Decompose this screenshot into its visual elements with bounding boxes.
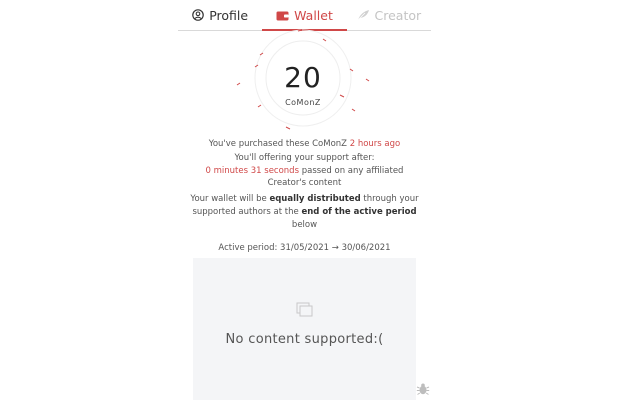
user-circle-icon [192, 9, 205, 21]
purchase-info: You've purchased these CoMonZ 2 hours ag… [178, 138, 431, 151]
wallet-balance: 20 CoMonZ [228, 25, 378, 140]
bug-icon[interactable] [416, 381, 430, 395]
wallet-amount: 20 [284, 61, 322, 94]
dist-bold: equally distributed [269, 194, 361, 204]
empty-state-text: No content supported:( [225, 332, 384, 347]
feather-icon [357, 9, 370, 21]
purchase-prefix: You've purchased these CoMonZ [208, 139, 350, 149]
active-period: Active period: 31/05/2021 → 30/06/2021 [218, 243, 391, 253]
tab-profile-label: Profile [209, 7, 249, 23]
purchase-time: 2 hours ago [349, 139, 401, 149]
support-suffix-line2: Creator's content [267, 178, 342, 188]
distribution-info: Your wallet will be equally distributed … [178, 193, 431, 232]
copy-icon [296, 302, 314, 318]
wallet-icon [276, 10, 289, 21]
dist-prefix: Your wallet will be [190, 194, 270, 204]
support-time: 0 minutes 31 seconds [205, 166, 300, 176]
dist-bold2: end of the active period [301, 207, 417, 217]
supported-content-panel: No content supported:( [193, 258, 416, 400]
wallet-currency: CoMonZ [285, 98, 321, 107]
dist-suffix: below [291, 220, 318, 230]
support-line: You'll offering your support after: [234, 153, 375, 163]
support-suffix: passed on any affiliated [299, 166, 404, 176]
tab-creator-label: Creator [374, 7, 422, 23]
tab-wallet-label: Wallet [294, 7, 333, 23]
